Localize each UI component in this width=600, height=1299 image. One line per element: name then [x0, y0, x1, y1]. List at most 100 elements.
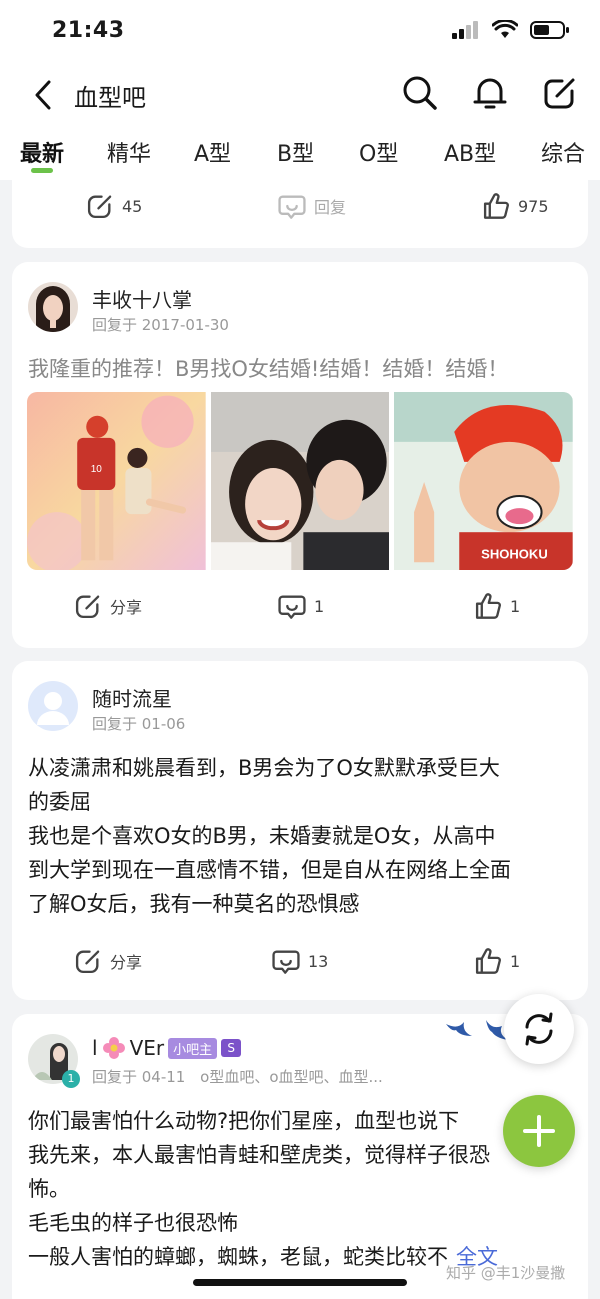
tab-type-a[interactable]: A型 — [194, 136, 231, 168]
svg-text:SHOHOKU: SHOHOKU — [481, 546, 548, 561]
tab-type-b[interactable]: B型 — [277, 136, 314, 168]
share-icon — [75, 595, 100, 619]
refresh-button[interactable] — [504, 994, 574, 1064]
search-icon — [403, 76, 437, 110]
post-card[interactable]: 丰收十八掌 回复于 2017-01-30 我隆重的推荐！B男找O女结婚!结婚！结… — [12, 262, 588, 648]
share-count: 45 — [122, 196, 143, 216]
tab-type-o[interactable]: O型 — [359, 136, 398, 168]
post-card-partial: 45 回复 975 — [12, 178, 588, 248]
couple-photo-image — [210, 392, 390, 570]
notification-button[interactable] — [472, 72, 508, 114]
username-prefix: l — [92, 1036, 98, 1060]
like-action[interactable]: 1 — [474, 592, 520, 620]
avatar[interactable] — [28, 282, 78, 332]
post-text-line: 怖。 — [28, 1177, 70, 1201]
post-card[interactable]: 1 l VEr 小吧主 S 回复于 04-11 o型血吧、o血型吧、血型... … — [12, 1014, 588, 1299]
watermark: 知乎 @丰1沙曼撒 — [446, 1264, 566, 1282]
action-row: 分享 13 1 — [12, 947, 588, 987]
like-count: 1 — [510, 951, 521, 971]
status-bar: 21:43 — [0, 0, 600, 60]
post-image-anime[interactable]: 10 — [27, 392, 206, 570]
post-image-cartoon[interactable]: SHOHOKU — [394, 392, 574, 570]
action-row: 分享 1 1 — [12, 592, 588, 632]
post-text: 从凌潇肃和姚晨看到，B男会为了O女默默承受巨大 的委屈 我也是个喜欢O女的B男，… — [28, 751, 576, 921]
page-title: 血型吧 — [74, 84, 146, 112]
home-indicator[interactable] — [193, 1279, 407, 1286]
status-icons — [452, 20, 570, 40]
tab-bar: 最新 精华 A型 B型 O型 AB型 综合 — [0, 130, 600, 180]
avatar[interactable] — [28, 681, 78, 731]
user-row: 1 l VEr 小吧主 S 回复于 04-11 o型血吧、o血型吧、血型... — [28, 1034, 568, 1088]
reply-date-row: 回复于 04-11 o型血吧、o血型吧、血型... — [92, 1066, 383, 1087]
zodiac-badge: S — [221, 1039, 242, 1057]
comment-icon — [272, 950, 300, 974]
avatar-image — [28, 282, 78, 332]
forum-tags: o型血吧、o血型吧、血型... — [200, 1068, 383, 1086]
share-action[interactable]: 分享 — [74, 592, 142, 620]
flower-icon — [102, 1037, 125, 1059]
default-avatar-icon — [28, 681, 78, 731]
like-count: 1 — [510, 596, 521, 616]
plus-icon — [523, 1115, 555, 1147]
chevron-left-icon — [35, 80, 51, 110]
compose-button[interactable] — [542, 72, 578, 114]
post-card[interactable]: 随时流星 回复于 01-06 从凌潇肃和姚晨看到，B男会为了O女默默承受巨大 的… — [12, 661, 588, 1000]
tab-indicator — [31, 168, 53, 173]
share-icon — [75, 950, 100, 974]
like-count: 975 — [518, 196, 549, 216]
wifi-icon — [492, 20, 518, 38]
share-label: 分享 — [110, 598, 143, 617]
share-label: 分享 — [110, 953, 143, 972]
status-time: 21:43 — [52, 18, 125, 43]
like-action[interactable]: 1 — [474, 947, 520, 975]
post-text-line: 的委屈 — [28, 790, 91, 814]
comment-icon — [278, 195, 306, 219]
share-action[interactable]: 分享 — [74, 947, 142, 975]
anime-couple-image: 10 — [27, 392, 206, 570]
moderator-badge: 小吧主 — [168, 1037, 218, 1059]
nav-actions — [402, 72, 578, 114]
username-suffix: VEr — [129, 1036, 165, 1060]
svg-text:10: 10 — [91, 464, 103, 475]
post-text: 我隆重的推荐！B男找O女结婚!结婚！结婚！结婚！ — [28, 357, 509, 381]
user-row: 丰收十八掌 回复于 2017-01-30 — [28, 282, 568, 336]
post-text-line: 你们最害怕什么动物?把你们星座，血型也说下 — [28, 1109, 460, 1133]
comment-action[interactable]: 13 — [272, 947, 328, 975]
search-button[interactable] — [402, 72, 438, 114]
tab-type-ab[interactable]: AB型 — [444, 136, 496, 168]
username-row[interactable]: l VEr 小吧主 S — [92, 1036, 242, 1060]
edit-icon — [544, 78, 575, 109]
post-text-line: 了解O女后，我有一种莫名的恐惧感 — [28, 892, 360, 916]
signal-icon — [452, 21, 478, 39]
username[interactable]: 随时流星 — [92, 683, 172, 712]
post-text: 你们最害怕什么动物?把你们星座，血型也说下 我先来，本人最害怕青蛙和壁虎类，觉得… — [28, 1104, 576, 1274]
thumbs-up-icon — [475, 593, 501, 619]
comment-icon — [278, 595, 306, 619]
username[interactable]: 丰收十八掌 — [92, 284, 192, 313]
post-text-line: 我也是个喜欢O女的B男，未婚妻就是O女，从高中 — [28, 824, 496, 848]
reply-date: 回复于 2017-01-30 — [92, 316, 229, 334]
comment-action[interactable]: 1 — [278, 592, 324, 620]
tab-featured[interactable]: 精华 — [107, 136, 151, 168]
tab-general[interactable]: 综合 — [541, 136, 585, 168]
refresh-icon — [525, 1012, 553, 1046]
post-image-photo[interactable] — [210, 392, 390, 570]
nav-header: 血型吧 — [0, 60, 600, 130]
post-text-line: 毛毛虫的样子也很恐怖 — [28, 1211, 238, 1235]
reply-action[interactable]: 回复 — [278, 192, 346, 220]
comment-count: 1 — [314, 596, 325, 616]
tab-latest[interactable]: 最新 — [20, 136, 64, 168]
share-icon — [87, 195, 112, 219]
image-grid: 10 SHOHOKU — [27, 392, 574, 570]
bell-icon — [473, 78, 507, 109]
new-post-button[interactable] — [503, 1095, 575, 1167]
back-button[interactable] — [26, 76, 60, 114]
post-text-line-content: 一般人害怕的蟑螂，蜘蛛，老鼠，蛇类比较不 — [28, 1245, 448, 1269]
reply-date: 回复于 01-06 — [92, 715, 186, 733]
like-action[interactable]: 975 — [482, 192, 549, 220]
reply-date: 回复于 04-11 — [92, 1068, 186, 1086]
battery-icon — [530, 21, 569, 39]
post-text-line: 从凌潇肃和姚晨看到，B男会为了O女默默承受巨大 — [28, 756, 500, 780]
share-action[interactable]: 45 — [86, 192, 142, 220]
post-text-line: 我先来，本人最害怕青蛙和壁虎类，觉得样子很恐 — [28, 1143, 490, 1167]
